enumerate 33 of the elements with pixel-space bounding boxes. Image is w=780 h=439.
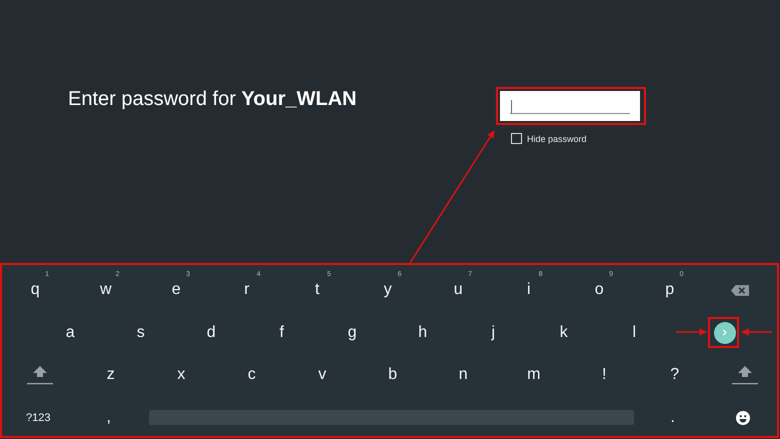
- shift-icon[interactable]: [732, 365, 758, 386]
- key[interactable]: d: [176, 312, 246, 354]
- key[interactable]: c: [216, 354, 287, 396]
- key[interactable]: h: [388, 312, 458, 354]
- key[interactable]: j: [458, 312, 528, 354]
- pointer-arrow: [741, 328, 772, 336]
- checkbox-label: Hide password: [527, 134, 587, 144]
- symbols-key[interactable]: ?123: [3, 396, 74, 439]
- password-field[interactable]: [500, 91, 640, 121]
- key[interactable]: ?: [640, 354, 710, 396]
- key[interactable]: n: [428, 354, 498, 396]
- key[interactable]: m: [498, 354, 569, 396]
- key[interactable]: f: [246, 312, 317, 354]
- key[interactable]: l: [599, 312, 670, 354]
- key[interactable]: g: [317, 312, 388, 354]
- key[interactable]: z: [76, 354, 146, 396]
- next-button[interactable]: [714, 322, 736, 344]
- key[interactable]: v: [287, 354, 358, 396]
- key[interactable]: k: [528, 312, 599, 354]
- pointer-arrow: [676, 328, 707, 336]
- backspace-icon[interactable]: [731, 284, 750, 296]
- chevron-icon: [721, 329, 728, 336]
- key[interactable]: x: [146, 354, 216, 396]
- key[interactable]: !: [569, 354, 640, 396]
- smiley-icon[interactable]: [736, 410, 750, 425]
- key[interactable]: ,: [74, 396, 144, 439]
- key[interactable]: .: [638, 396, 708, 439]
- key[interactable]: a: [35, 312, 106, 354]
- shift-icon[interactable]: [27, 365, 54, 386]
- prompt-title: Enter password for Your_WLAN: [68, 88, 358, 112]
- checkbox[interactable]: [511, 133, 522, 144]
- key[interactable]: b: [358, 354, 428, 396]
- key[interactable]: s: [106, 312, 176, 354]
